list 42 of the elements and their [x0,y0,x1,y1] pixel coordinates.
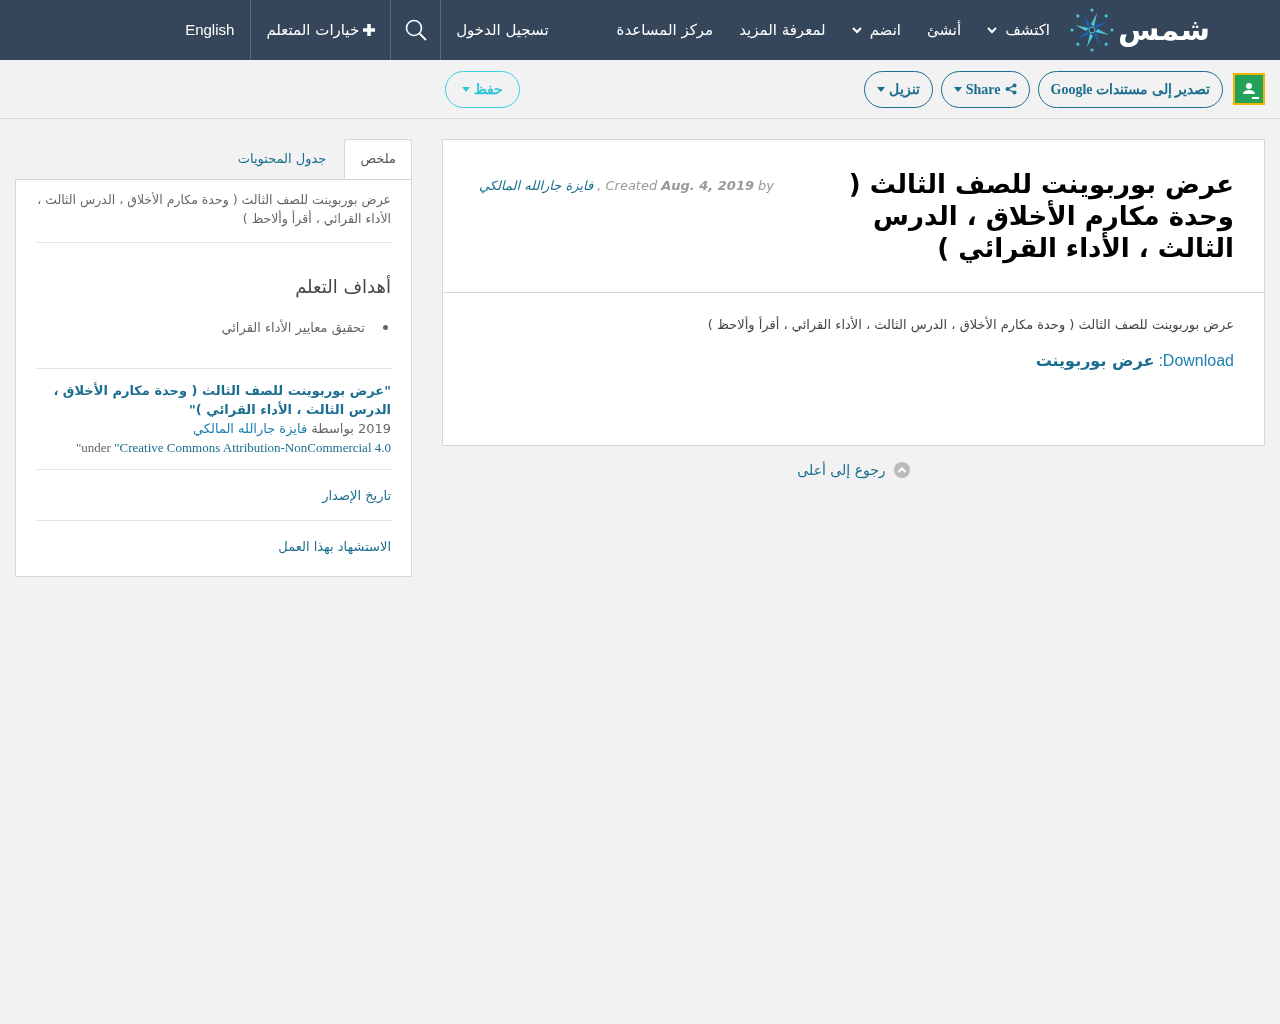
plus-icon [363,24,376,36]
nav-link[interactable]: لمعرفة المزيد [739,18,826,42]
bullet-icon [383,325,388,331]
classroom-icon[interactable] [1233,73,1265,105]
created-label: , Created [597,177,658,195]
download-label: Download: [1158,350,1234,371]
chevron-down-icon [851,26,862,34]
logo-burst-icon [1069,8,1114,52]
chevron-up-circle-icon [893,462,910,478]
nav-link[interactable]: أنشئ [927,18,962,42]
back-to-top-link[interactable]: رجوع إلى أعلى [797,459,910,481]
caret-icon [953,86,962,92]
article-title: عرض بوربوينت للصف الثالث ( وحدة مكارم الأخلاق ، الدرس الثالث ، الأداء القرائي ) [847,168,1234,264]
summary-text: عرض بوربوينت للصف الثالث ( وحدة مكارم الأخلاق ، الدرس الثالث ، الأداء القرائي ، أقرأ وألاحظ ) [36,190,391,243]
sidebar-link[interactable]: تاريخ الإصدار [322,488,391,503]
nav-link[interactable]: مركز المساعدة [616,18,714,42]
logo-text[interactable]: شمس [1117,15,1210,45]
login-link[interactable]: تسجيل الدخول [440,0,617,60]
caret-icon [461,86,470,92]
nav-link[interactable]: اكتشف [987,18,1050,42]
author-link[interactable]: فايزة جارالله المالكي [479,176,594,196]
byline-label: by [758,177,774,195]
chevron-down-icon [987,26,998,34]
nav-link[interactable]: انضم [851,18,901,42]
attribution-text: 2019 بواسطة فايزة جارالله المالكي [191,419,391,438]
created-date: Aug. 4, 2019 [661,177,754,195]
caret-icon [876,86,885,92]
sidebar-tab[interactable]: ملخص [344,139,412,179]
download-link[interactable]: عرض بوربوينت [1035,348,1155,373]
language-link[interactable]: English [169,0,251,60]
license-label: "under [76,439,112,455]
objective-text: تحقيق معايير الأداء القرائي [221,318,365,338]
objectives-heading: أهداف التعلم [294,274,391,300]
license-link[interactable]: "Creative Commons Attribution-NonCommercial 4.0 [114,439,391,455]
share-icon [1004,83,1017,95]
sidebar-link[interactable]: الاستشهاد بهذا العمل [278,539,391,554]
author-link[interactable]: فايزة جارالله المالكي [192,420,308,436]
learner-options-button[interactable]: خيارات المتعلم [250,0,391,60]
sidebar-tab[interactable]: جدول المحتويات [219,139,345,179]
article-description: عرض بوربوينت للصف الثالث ( وحدة مكارم الأخلاق ، الدرس الثالث ، الأداء القرائي ، أقرأ وألاحظ ) [706,315,1234,335]
search-icon [404,19,427,41]
resource-title-link[interactable]: "عرض بوربوينت للصف الثالث ( وحدة مكارم الأخلاق ، الدرس الثالث ، الأداء القرائي )" [36,380,391,419]
